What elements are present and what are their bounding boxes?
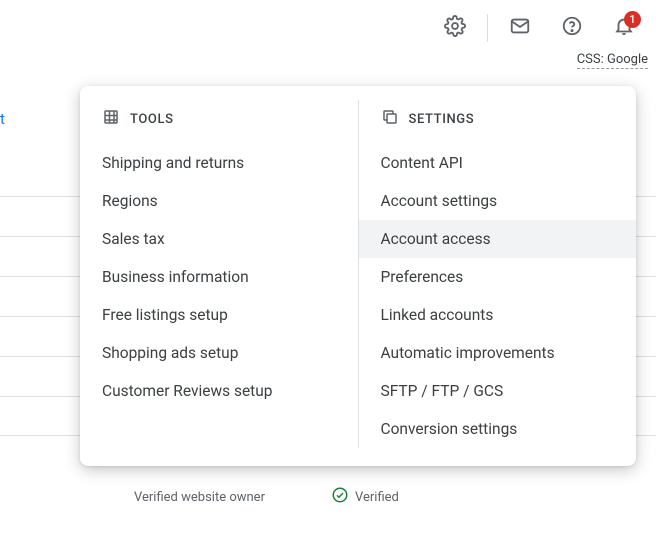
settings-item-conversion-settings[interactable]: Conversion settings (359, 410, 637, 448)
verified-status-text: Verified (355, 490, 399, 505)
topbar-divider (487, 14, 488, 42)
settings-header: SETTINGS (359, 100, 637, 144)
verified-status: Verified (331, 486, 399, 508)
tools-header-label: TOOLS (130, 112, 174, 127)
tools-item-customer-reviews-setup[interactable]: Customer Reviews setup (80, 372, 358, 410)
settings-item-linked-accounts[interactable]: Linked accounts (359, 296, 637, 334)
tools-item-free-listings-setup[interactable]: Free listings setup (80, 296, 358, 334)
page-left-fragment: t (0, 110, 5, 128)
css-label: CSS: Google (577, 52, 648, 69)
help-icon (561, 15, 583, 41)
settings-item-preferences[interactable]: Preferences (359, 258, 637, 296)
gear-icon (444, 15, 466, 41)
settings-column: SETTINGS Content APIAccount settingsAcco… (358, 100, 637, 448)
tools-item-shopping-ads-setup[interactable]: Shopping ads setup (80, 334, 358, 372)
verified-owner-row: Verified website owner Verified (134, 486, 399, 508)
tools-header: TOOLS (80, 100, 358, 144)
settings-item-content-api[interactable]: Content API (359, 144, 637, 182)
mail-button[interactable] (500, 8, 540, 48)
settings-gear-button[interactable] (435, 8, 475, 48)
tools-item-sales-tax[interactable]: Sales tax (80, 220, 358, 258)
verified-owner-label: Verified website owner (134, 490, 265, 505)
settings-item-sftp-ftp-gcs[interactable]: SFTP / FTP / GCS (359, 372, 637, 410)
settings-item-account-access[interactable]: Account access (359, 220, 637, 258)
tools-item-regions[interactable]: Regions (80, 182, 358, 220)
tools-item-shipping-and-returns[interactable]: Shipping and returns (80, 144, 358, 182)
settings-item-account-settings[interactable]: Account settings (359, 182, 637, 220)
check-circle-icon (331, 486, 349, 508)
mail-icon (509, 15, 531, 41)
settings-header-label: SETTINGS (409, 112, 475, 127)
tools-item-business-information[interactable]: Business information (80, 258, 358, 296)
help-button[interactable] (552, 8, 592, 48)
tools-settings-dropdown: TOOLS Shipping and returnsRegionsSales t… (80, 86, 636, 466)
settings-item-automatic-improvements[interactable]: Automatic improvements (359, 334, 637, 372)
notification-badge: 1 (624, 11, 641, 28)
topbar: 1 (0, 0, 656, 56)
grid-icon (102, 108, 120, 130)
notifications-button[interactable]: 1 (604, 8, 644, 48)
copy-icon (381, 108, 399, 130)
tools-column: TOOLS Shipping and returnsRegionsSales t… (80, 100, 358, 448)
